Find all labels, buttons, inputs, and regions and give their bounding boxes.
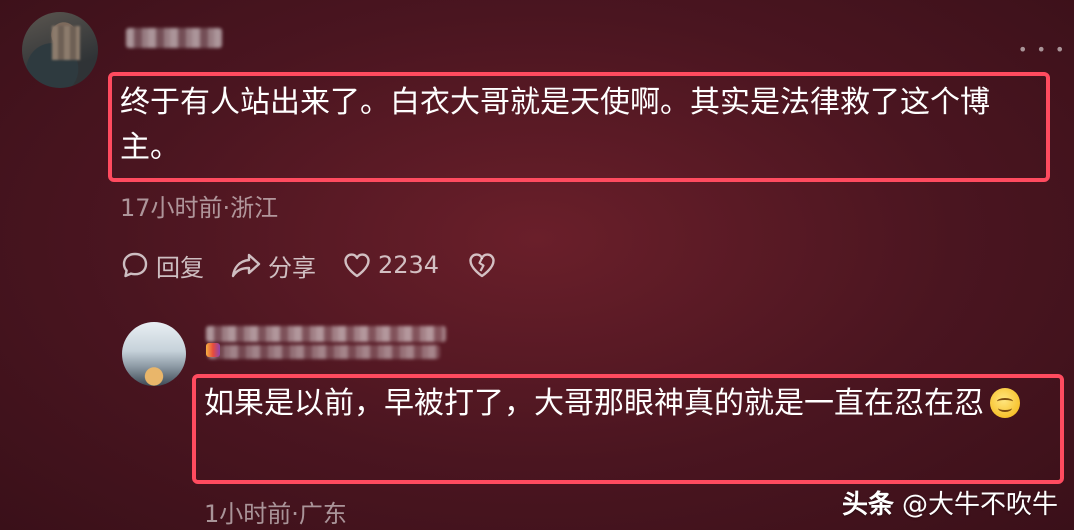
reply-text-content: 如果是以前，早被打了，大哥那眼神真的就是一直在忍在忍 — [204, 386, 984, 421]
broken-heart-icon — [469, 253, 495, 278]
reply-name-blurred[interactable] — [206, 326, 446, 342]
share-button[interactable]: 分享 — [230, 248, 316, 283]
comment-bubble-icon — [122, 252, 148, 278]
like-button[interactable]: 2234 — [342, 250, 439, 280]
dislike-button[interactable] — [467, 250, 497, 280]
commenter-name-blurred[interactable] — [126, 28, 222, 48]
smile-emoji-icon — [990, 388, 1020, 418]
comment-meta: 17小时前·浙江 — [120, 194, 279, 222]
like-count: 2234 — [378, 251, 440, 279]
share-label: 分享 — [268, 253, 316, 282]
heart-icon — [344, 253, 370, 278]
watermark-handle: @大牛不吹牛 — [901, 490, 1058, 520]
reply-name-blurred-line — [208, 345, 440, 359]
user-badge-icon — [206, 343, 220, 357]
reply-button[interactable]: 回复 — [120, 248, 204, 283]
comment-text: 终于有人站出来了。白衣大哥就是天使啊。其实是法律救了这个博主。 — [120, 85, 990, 165]
watermark: 头条 @大牛不吹牛 — [842, 484, 1058, 521]
reply-meta: 1小时前·广东 — [204, 500, 347, 528]
comment-actions: 回复 分享 2234 — [120, 248, 497, 282]
commenter-avatar[interactable] — [22, 12, 98, 88]
share-arrow-icon — [231, 253, 261, 278]
reply-label: 回复 — [156, 253, 204, 282]
more-options-icon[interactable]: • • • — [1018, 42, 1066, 58]
reply-text: 如果是以前，早被打了，大哥那眼神真的就是一直在忍在忍 — [204, 381, 1054, 426]
watermark-brand: 头条 — [841, 490, 894, 520]
reply-avatar[interactable] — [122, 322, 186, 386]
